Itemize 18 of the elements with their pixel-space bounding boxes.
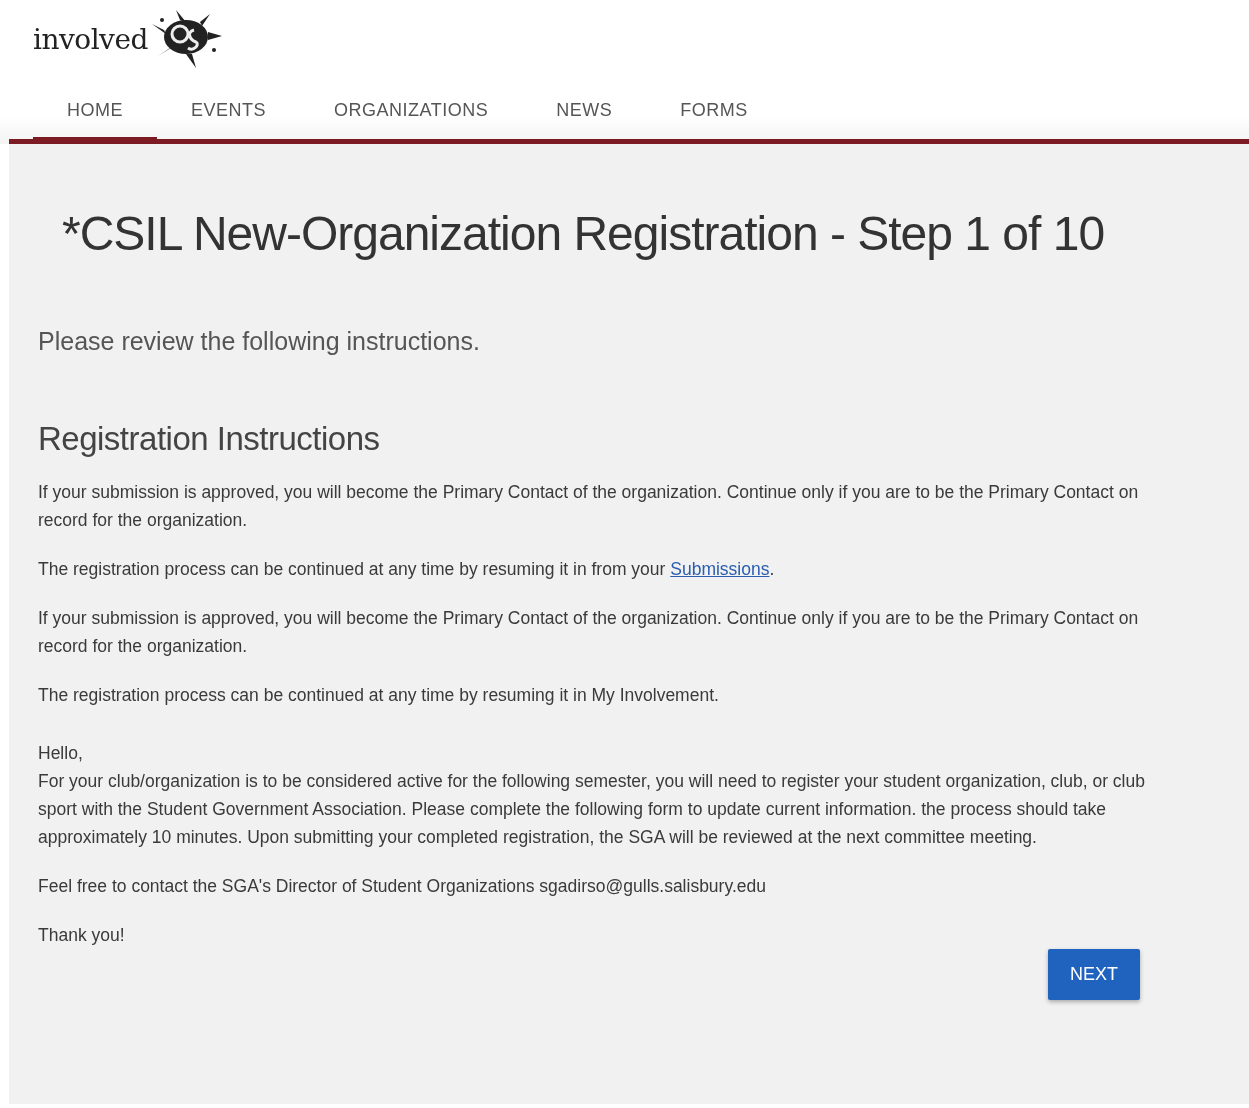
nav-tab[interactable]: NEWS [522,86,647,144]
instructions-subtitle: Please review the following instructions. [38,327,481,356]
section-heading: Registration Instructions [38,420,381,458]
instruction-paragraph: The registration process can be continued at any time by resuming it in from your Submissions. [38,558,776,581]
nav-tab[interactable]: EVENTS [157,86,301,144]
next-button[interactable]: NEXT [1048,949,1140,1000]
nav-tab[interactable]: FORMS [646,86,782,144]
instruction-paragraph: If your submission is approved, you will become the Primary Contact of the organization. Continue only if you are to be the Primary Contact on record for the organization. [38,607,1140,658]
greeting-text: Hello, [38,742,84,765]
closing-text: Thank you! [38,924,126,947]
submissions-link[interactable]: Submissions [670,559,770,579]
contact-text: Feel free to contact the SGA's Director of Student Organizations sgadirso@gulls.salisbury.edu [38,875,767,898]
nav-tab[interactable]: ORGANIZATIONS [300,86,523,144]
instruction-paragraph: If your submission is approved, you will become the Primary Contact of the organization. Continue only if you are to be the Primary Contact on record for the organization. [38,481,1140,532]
message-paragraph: For your club/organization is to be considered active for the following semester, you will need to register your student organization, club, or club sport with the Student Government Association. Please complete the following form to update current information. the process should take approximately 10 minutes. Upon submitting your completed registration, the SGA will be reviewed at the next committee meeting. [38,770,1146,849]
instruction-paragraph: The registration process can be continued at any time by resuming it in My Involvement. [38,684,720,707]
page-title: *CSIL New-Organization Registration - Step 1 of 10 [62,206,1106,261]
logo-text[interactable]: involved [33,22,148,56]
